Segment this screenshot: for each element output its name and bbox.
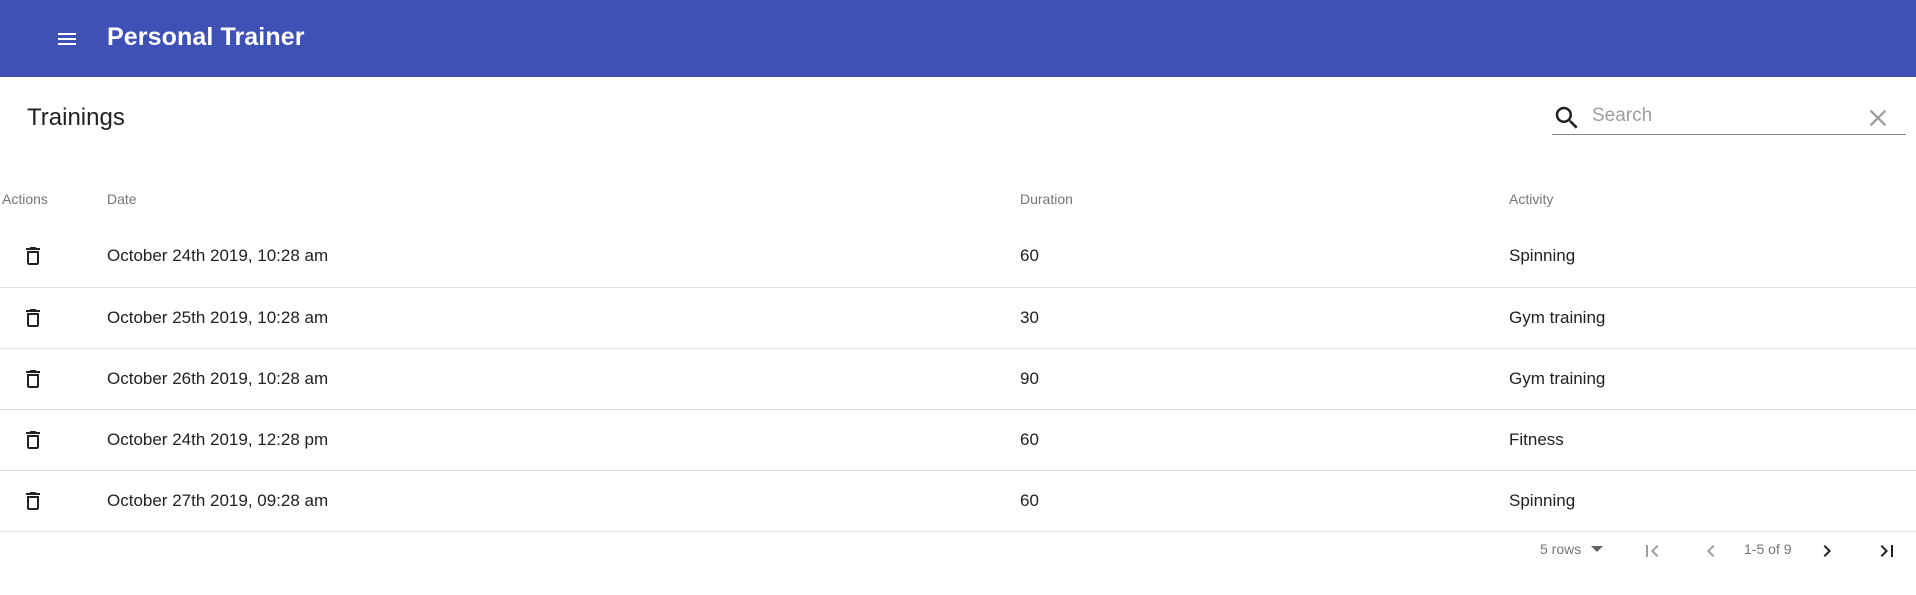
search-icon	[1555, 106, 1578, 129]
table-row: October 26th 2019, 10:28 am 90 Gym train…	[0, 348, 1916, 410]
column-header-activity[interactable]: Activity	[1509, 172, 1916, 226]
cell-duration: 60	[1020, 409, 1509, 471]
last-page-button[interactable]	[1870, 534, 1904, 568]
delete-button[interactable]	[13, 236, 53, 276]
delete-button[interactable]	[13, 298, 53, 338]
cell-activity: Gym training	[1509, 348, 1916, 410]
close-icon[interactable]	[1864, 104, 1892, 132]
delete-button[interactable]	[13, 359, 53, 399]
app-title: Personal Trainer	[107, 23, 305, 51]
delete-icon	[26, 369, 40, 388]
menu-button[interactable]	[42, 16, 92, 61]
column-header-duration[interactable]: Duration	[1020, 172, 1509, 226]
first-page-icon	[1646, 545, 1659, 557]
cell-activity: Spinning	[1509, 470, 1916, 532]
cell-activity: Gym training	[1509, 287, 1916, 349]
cell-duration: 30	[1020, 287, 1509, 349]
table-row: October 25th 2019, 10:28 am 30 Gym train…	[0, 287, 1916, 349]
cell-date: October 26th 2019, 10:28 am	[105, 348, 1020, 410]
cell-date: October 27th 2019, 09:28 am	[105, 470, 1020, 532]
column-header-actions: Actions	[2, 191, 48, 207]
cell-duration: 60	[1020, 470, 1509, 532]
chevron-right-icon	[1823, 545, 1831, 557]
delete-icon	[26, 491, 40, 510]
page-range: 1-5 of 9	[1744, 541, 1792, 557]
menu-icon	[58, 32, 76, 45]
trainings-table-panel: Trainings Actions Date Duration Activity	[0, 77, 1916, 595]
app-bar: Personal Trainer	[0, 0, 1916, 77]
first-page-button[interactable]	[1635, 534, 1669, 568]
delete-button[interactable]	[13, 420, 53, 460]
cell-activity: Spinning	[1509, 226, 1916, 288]
cell-date: October 24th 2019, 10:28 am	[105, 226, 1020, 288]
cell-duration: 60	[1020, 226, 1509, 288]
cell-date: October 24th 2019, 12:28 pm	[105, 409, 1020, 471]
delete-icon	[26, 247, 40, 266]
search-input[interactable]	[1592, 101, 1852, 131]
last-page-icon	[1880, 545, 1893, 557]
rows-per-page-select[interactable]: 5 rows	[1540, 534, 1604, 564]
table-title: Trainings	[27, 104, 125, 131]
pagination-bar: 5 rows 1-5 of 9	[0, 527, 1916, 577]
search-field	[1552, 99, 1906, 135]
delete-button[interactable]	[13, 481, 53, 521]
delete-icon	[26, 308, 40, 327]
cell-duration: 90	[1020, 348, 1509, 410]
column-header-date[interactable]: Date	[105, 172, 1020, 226]
cell-date: October 25th 2019, 10:28 am	[105, 287, 1020, 349]
table-row: October 24th 2019, 12:28 pm 60 Fitness	[0, 409, 1916, 471]
cell-activity: Fitness	[1509, 409, 1916, 471]
next-page-button[interactable]	[1810, 534, 1844, 568]
table-row: October 27th 2019, 09:28 am 60 Spinning	[0, 470, 1916, 532]
delete-icon	[26, 430, 40, 449]
previous-page-button[interactable]	[1694, 534, 1728, 568]
table-header-row: Actions Date Duration Activity	[0, 172, 1916, 226]
table-row: October 24th 2019, 10:28 am 60 Spinning	[0, 226, 1916, 288]
caret-down-icon	[1591, 546, 1604, 552]
rows-per-page-label: 5 rows	[1540, 541, 1582, 557]
chevron-left-icon	[1707, 545, 1715, 557]
trainings-table: Actions Date Duration Activity October 2…	[0, 172, 1916, 532]
